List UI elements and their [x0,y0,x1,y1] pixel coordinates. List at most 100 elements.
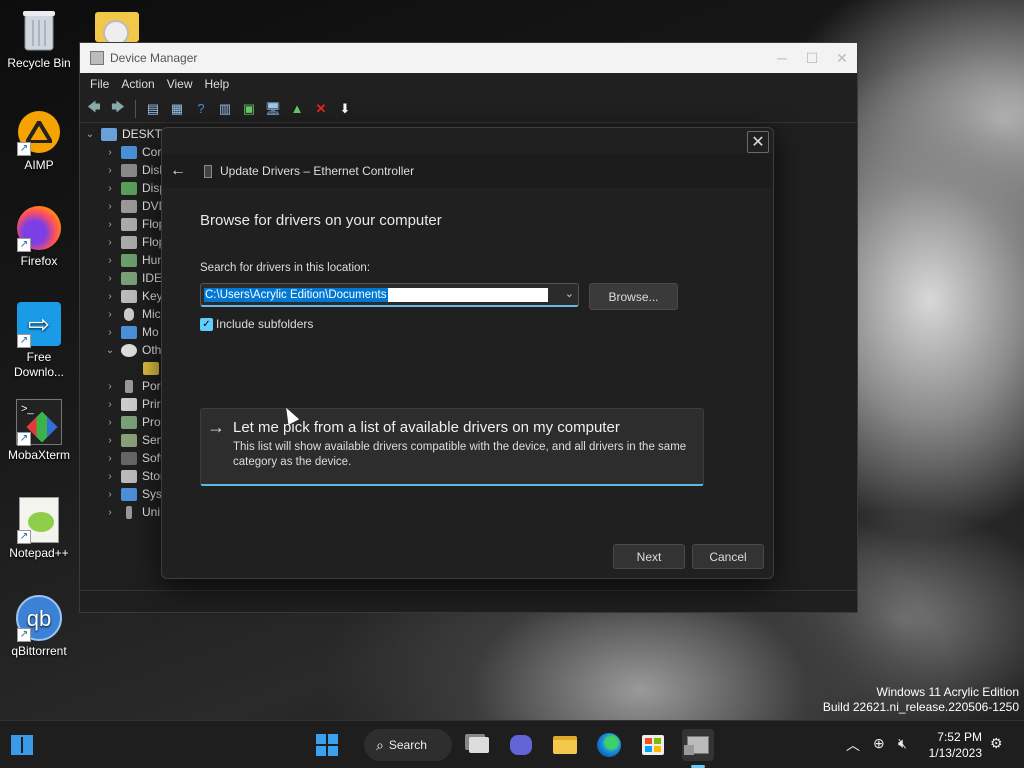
enable-device-icon[interactable]: ▲ [287,99,307,119]
chevron-right-icon[interactable]: › [104,453,116,464]
driver-path-input-remainder[interactable] [387,287,548,302]
tree-item[interactable]: › DVD [104,197,167,215]
help-icon[interactable]: ? [191,99,211,119]
tree-item[interactable]: › Disk [104,161,165,179]
chevron-right-icon[interactable]: › [104,291,116,302]
chevron-right-icon[interactable]: › [104,381,116,392]
start-button[interactable] [311,729,343,761]
update-driver-icon[interactable]: ▣ [239,99,259,119]
desktop-icon-qbittorrent[interactable]: qb ↗ qBittorrent [0,594,78,659]
tree-item[interactable]: › Hun [104,251,164,269]
tree-root[interactable]: ⌄ DESKTO [84,125,171,143]
desktop-icon-recycle-bin[interactable]: Recycle Bin [0,6,78,71]
tree-item[interactable]: › Key [104,287,162,305]
desktop-icon-mobaxterm[interactable]: >_ ↗ MobaXterm [0,398,78,463]
checkmark-icon[interactable]: ✓ [200,317,213,331]
chevron-right-icon[interactable]: › [104,201,116,212]
globe-icon[interactable]: ⊕ [873,735,885,752]
chevron-right-icon[interactable]: › [104,489,116,500]
tree-item[interactable]: › Flop [104,233,165,251]
widgets-button[interactable] [6,729,38,761]
tree-item[interactable]: › Por [104,377,160,395]
task-view-button[interactable] [463,729,495,761]
cancel-button[interactable]: Cancel [692,544,764,569]
notification-bell-icon[interactable]: ⚙ [990,735,1003,752]
disable-device-icon[interactable]: ⬇ [335,99,355,119]
menu-view[interactable]: View [161,77,199,91]
back-arrow-icon[interactable]: 🡄 [84,99,104,119]
tree-item[interactable]: › Soft [104,449,163,467]
tree-item[interactable]: › Mo [104,323,158,341]
taskbar-search-button[interactable]: ⌕ Search [364,729,452,761]
close-icon[interactable]: ✕ [747,131,769,153]
back-arrow-icon[interactable]: ← [170,162,190,180]
edge-button[interactable] [593,729,625,761]
menu-action[interactable]: Action [115,77,160,91]
driver-path-combobox[interactable]: C:\Users\Acrylic Edition\Documents ⌄ [200,283,579,307]
chevron-right-icon[interactable]: › [104,219,116,230]
volume-muted-icon[interactable]: 🔇︎ [898,735,907,752]
next-button[interactable]: Next [613,544,685,569]
tree-item-label: Uni [142,505,161,519]
desktop-icon-firefox[interactable]: ↗ Firefox [0,204,78,269]
teams-chat-button[interactable] [505,729,537,761]
desktop-icon-notepad-plus-plus[interactable]: ↗ Notepad++ [0,496,78,561]
chevron-right-icon[interactable]: › [104,507,116,518]
action-pane-icon[interactable]: ▥ [215,99,235,119]
tree-item[interactable]: › Cor [104,143,161,161]
close-window-button[interactable]: ✕ [827,50,857,67]
show-hide-console-tree-icon[interactable]: ▤ [143,99,163,119]
desktop-icon-folder-partial[interactable] [95,12,139,46]
edition-watermark: Windows 11 Acrylic Edition Build 22621.n… [823,685,1019,715]
chevron-right-icon[interactable]: › [104,147,116,158]
tree-item[interactable]: › Prir [104,395,160,413]
chevron-down-icon[interactable]: ⌄ [104,345,116,356]
device-manager-taskbar-button[interactable] [682,729,714,761]
tree-item[interactable]: › IDE [104,269,162,287]
clock-time: 7:52 PM [937,730,982,744]
scan-hardware-icon[interactable]: 🖥 [263,99,283,119]
uninstall-device-icon[interactable]: ✕ [311,99,331,119]
desktop-icon-free-download-manager[interactable]: ⇨ ↗ Free Downlo... [0,300,78,380]
chevron-right-icon[interactable]: › [104,417,116,428]
device-manager-title-bar[interactable]: Device Manager ─ ☐ ✕ [80,43,857,73]
chevron-up-icon[interactable]: ︿ [846,735,860,755]
store-button[interactable] [637,729,669,761]
chevron-right-icon[interactable]: › [104,435,116,446]
edge-icon [597,733,621,757]
tree-item[interactable]: › Mic [104,305,161,323]
taskbar-clock[interactable]: 7:52 PM 1/13/2023 [922,729,982,761]
driver-path-input[interactable]: C:\Users\Acrylic Edition\Documents [204,287,388,302]
minimize-button[interactable]: ─ [767,50,797,67]
chevron-right-icon[interactable]: › [104,183,116,194]
chevron-right-icon[interactable]: › [104,309,116,320]
chevron-right-icon[interactable]: › [104,273,116,284]
chevron-right-icon[interactable]: › [104,471,116,482]
browse-button[interactable]: Browse... [589,283,678,310]
chevron-down-icon[interactable]: ⌄ [565,287,574,300]
tree-item[interactable]: ⌄ Oth [104,341,162,359]
chevron-right-icon[interactable]: › [104,165,116,176]
menu-file[interactable]: File [84,77,115,91]
tree-item[interactable]: › Sen [104,431,163,449]
tree-item[interactable]: › Pro [104,413,160,431]
chevron-right-icon[interactable]: › [104,237,116,248]
tree-item-label: Mic [142,307,161,321]
properties-icon[interactable]: ▦ [167,99,187,119]
forward-arrow-icon[interactable]: 🡆 [108,99,128,119]
tree-item[interactable]: › Stor [104,467,164,485]
tree-item[interactable]: › Uni [104,503,160,521]
tree-item[interactable]: › Syst [104,485,165,503]
include-subfolders-checkbox[interactable]: ✓ Include subfolders [200,317,313,331]
desktop-icon-aimp[interactable]: ↗ AIMP [0,108,78,173]
tree-item[interactable]: › Disp [104,179,166,197]
pick-from-list-option[interactable]: → Let me pick from a list of available d… [200,408,704,486]
menu-help[interactable]: Help [199,77,236,91]
chevron-down-icon[interactable]: ⌄ [84,129,96,140]
maximize-button[interactable]: ☐ [797,50,827,67]
file-explorer-button[interactable] [549,729,581,761]
tree-item[interactable]: › Flop [104,215,165,233]
chevron-right-icon[interactable]: › [104,399,116,410]
chevron-right-icon[interactable]: › [104,255,116,266]
chevron-right-icon[interactable]: › [104,327,116,338]
